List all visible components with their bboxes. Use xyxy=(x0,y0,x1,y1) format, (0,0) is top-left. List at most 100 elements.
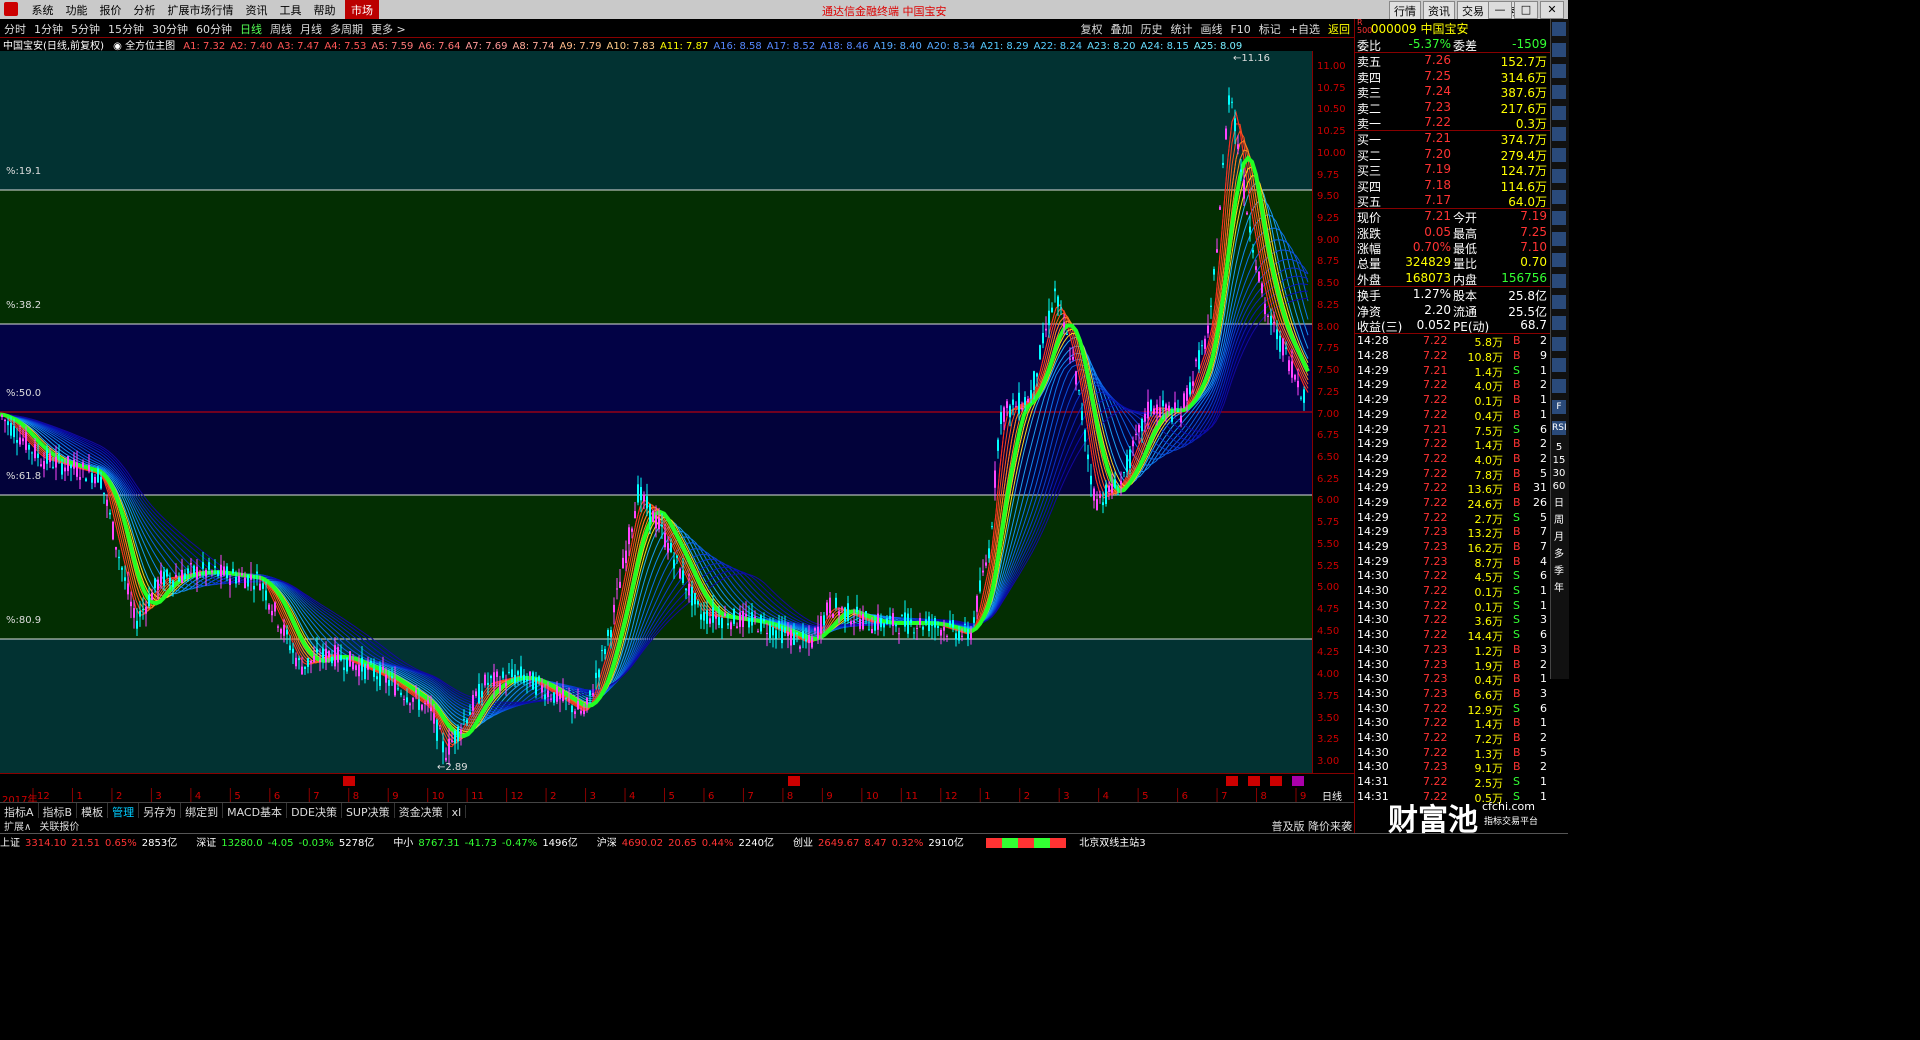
tool-icon[interactable] xyxy=(1552,358,1566,372)
event-marker[interactable] xyxy=(343,776,355,786)
toolbar-button[interactable]: 返回 xyxy=(1324,19,1354,39)
period-tab[interactable]: 30分钟 xyxy=(148,19,192,39)
extension-tab[interactable]: 关联报价 xyxy=(35,818,83,833)
period-tab[interactable]: 5分钟 xyxy=(67,19,104,39)
top-button[interactable]: 行情 xyxy=(1389,1,1421,21)
tool-icon[interactable] xyxy=(1552,148,1566,162)
menu-item[interactable]: 扩展市场行情 xyxy=(162,0,240,19)
tick-list[interactable]: 14:28 7.22 5.8万 B 2 14:28 7.22 10.8万 B 9 14:29 7.21… xyxy=(1355,334,1551,804)
price-tick: 10.25 xyxy=(1317,126,1346,138)
tool-icon[interactable] xyxy=(1552,211,1566,225)
candle-body xyxy=(991,526,993,528)
text-icon[interactable]: F xyxy=(1552,400,1566,414)
index-quote[interactable]: 创业 2649.67 8.47 0.32% 2910亿 xyxy=(793,834,969,849)
menu-item[interactable]: 帮助 xyxy=(308,0,342,19)
period-shortcut[interactable]: 日 xyxy=(1551,494,1567,509)
period-tab[interactable]: 日线 xyxy=(236,19,266,39)
candle-body xyxy=(796,632,798,634)
tool-icon[interactable] xyxy=(1552,253,1566,267)
tick-side: S xyxy=(1513,598,1520,612)
toolbar-button[interactable]: 叠加 xyxy=(1106,19,1136,39)
toolbar-button[interactable]: F10 xyxy=(1226,21,1254,38)
server-name[interactable]: 北京双线主站3 xyxy=(1079,838,1145,849)
kline-chart[interactable]: %:19.1 %:38.2 %:50.0 %:61.8 %:80.9 ←11.16 ←2.8… xyxy=(0,51,1312,773)
tool-icon[interactable] xyxy=(1552,43,1566,57)
period-shortcut[interactable]: 多 xyxy=(1551,545,1567,560)
period-shortcut[interactable]: 季 xyxy=(1551,562,1567,577)
index-quote[interactable]: 上证 3314.10 21.51 0.65% 2853亿 xyxy=(0,834,182,849)
menu-item[interactable]: 工具 xyxy=(274,0,308,19)
period-tab[interactable]: 60分钟 xyxy=(192,19,236,39)
extension-tab[interactable]: 扩展∧ xyxy=(0,818,35,833)
index-quote[interactable]: 中小 8767.31 -41.73 -0.47% 1496亿 xyxy=(393,834,582,849)
period-tab[interactable]: 月线 xyxy=(296,19,326,39)
period-tab[interactable]: 更多 > xyxy=(367,19,410,39)
menu-item[interactable]: 系统 xyxy=(26,0,60,19)
tick-side: B xyxy=(1513,525,1521,539)
menu-item[interactable]: 功能 xyxy=(60,0,94,19)
tool-icon[interactable] xyxy=(1552,127,1566,141)
period-shortcut[interactable]: 5 xyxy=(1551,442,1567,453)
menu-item[interactable]: 资讯 xyxy=(240,0,274,19)
candle-body xyxy=(217,571,219,576)
period-tab[interactable]: 多周期 xyxy=(326,19,367,39)
tool-icon[interactable] xyxy=(1552,274,1566,288)
period-shortcut[interactable]: 周 xyxy=(1551,511,1567,526)
toolbar-button[interactable]: 画线 xyxy=(1196,19,1226,39)
period-shortcut[interactable]: 60 xyxy=(1551,481,1567,492)
tool-icon[interactable] xyxy=(1552,106,1566,120)
app-logo-icon[interactable] xyxy=(4,2,18,16)
tool-icon[interactable] xyxy=(1552,169,1566,183)
toolbar-button[interactable]: 标记 xyxy=(1255,19,1285,39)
tool-icon[interactable] xyxy=(1552,85,1566,99)
period-label[interactable]: 日线 xyxy=(1322,788,1342,803)
menu-market[interactable]: 市场 xyxy=(345,0,379,19)
menu-item[interactable]: 分析 xyxy=(128,0,162,19)
index-quote[interactable]: 深证 13280.0 -4.05 -0.03% 5278亿 xyxy=(196,834,379,849)
candle-body xyxy=(1159,408,1161,418)
event-marker[interactable] xyxy=(1226,776,1238,786)
period-shortcut[interactable]: 15 xyxy=(1551,455,1567,466)
tool-icon[interactable] xyxy=(1552,190,1566,204)
tick-time: 14:30 xyxy=(1357,569,1389,583)
period-shortcut[interactable]: 月 xyxy=(1551,528,1567,543)
toolbar-button[interactable]: 统计 xyxy=(1166,19,1196,39)
tool-icon[interactable] xyxy=(1552,22,1566,36)
top-button[interactable]: 交易 xyxy=(1457,1,1489,21)
index-quote[interactable]: 沪深 4690.02 20.65 0.44% 2240亿 xyxy=(597,834,779,849)
toolbar-button[interactable]: +自选 xyxy=(1285,19,1324,39)
event-marker[interactable] xyxy=(788,776,800,786)
tool-icon[interactable] xyxy=(1552,316,1566,330)
maximize-button[interactable]: □ xyxy=(1514,1,1538,19)
tool-icon[interactable] xyxy=(1552,379,1566,393)
candle-body xyxy=(1051,307,1053,313)
tick-volume: 7.2万 xyxy=(1474,732,1504,746)
menu-item[interactable]: 报价 xyxy=(94,0,128,19)
chart-mode[interactable]: ◉ 全方位主图 xyxy=(113,41,175,51)
candle-body xyxy=(622,557,624,569)
candle-body xyxy=(148,595,150,607)
tool-icon[interactable] xyxy=(1552,232,1566,246)
tool-icon[interactable] xyxy=(1552,295,1566,309)
text-icon[interactable]: RSI xyxy=(1552,421,1567,435)
period-tab[interactable]: 分时 xyxy=(0,19,30,39)
promo-text[interactable]: 普及版 降价来袭 xyxy=(1272,818,1353,834)
event-marker[interactable] xyxy=(1248,776,1260,786)
top-button[interactable]: 资讯 xyxy=(1423,1,1455,21)
event-marker[interactable] xyxy=(1270,776,1282,786)
tool-icon[interactable] xyxy=(1552,337,1566,351)
close-button[interactable]: ✕ xyxy=(1540,1,1564,19)
period-shortcut[interactable]: 30 xyxy=(1551,468,1567,479)
minimize-button[interactable]: — xyxy=(1488,1,1512,19)
period-shortcut[interactable]: 年 xyxy=(1551,579,1567,594)
tick-count: 1 xyxy=(1540,716,1547,730)
tick-volume: 6.6万 xyxy=(1474,688,1504,702)
tick-count: 7 xyxy=(1540,525,1547,539)
period-tab[interactable]: 1分钟 xyxy=(30,19,67,39)
tool-icon[interactable] xyxy=(1552,64,1566,78)
toolbar-button[interactable]: 历史 xyxy=(1136,19,1166,39)
period-tab[interactable]: 周线 xyxy=(266,19,296,39)
event-marker[interactable] xyxy=(1292,776,1304,786)
period-tab[interactable]: 15分钟 xyxy=(104,19,148,39)
toolbar-button[interactable]: 复权 xyxy=(1076,19,1106,39)
